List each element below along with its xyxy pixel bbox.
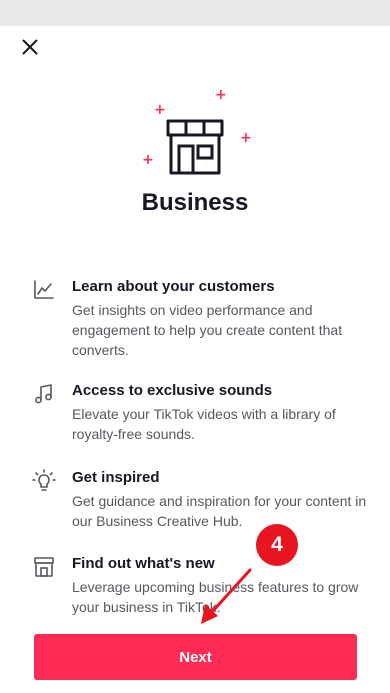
feature-description: Elevate your TikTok videos with a librar… (72, 406, 336, 442)
next-button[interactable]: Next (34, 634, 357, 680)
feature-title: Access to exclusive sounds (72, 382, 273, 399)
feature-item: Access to exclusive sounds Elevate your … (32, 382, 368, 442)
hero-illustration: + + + + (0, 0, 390, 260)
sparkle-icon: + (154, 102, 166, 118)
store-icon (34, 557, 54, 577)
sparkle-icon: + (142, 152, 154, 168)
feature-item: Find out what's new Leverage upcoming bu… (32, 555, 368, 615)
page-title: Business (141, 189, 249, 216)
lightbulb-icon (32, 469, 56, 491)
feature-item: Learn about your customers Get insights … (32, 278, 368, 358)
feature-description: Get insights on video performance and en… (72, 302, 343, 358)
music-note-icon (35, 384, 52, 404)
feature-title: Find out what's new (72, 555, 215, 572)
feature-description: Get guidance and inspiration for your co… (72, 493, 367, 529)
step-badge: 4 (256, 524, 298, 566)
sparkle-icon: + (240, 130, 252, 146)
feature-item: Get inspired Get guidance and inspiratio… (32, 469, 368, 529)
feature-title: Learn about your customers (72, 278, 275, 295)
chart-line-icon (34, 280, 54, 299)
store-icon (166, 119, 224, 175)
sparkle-icon: + (215, 87, 227, 103)
feature-description: Leverage upcoming business features to g… (72, 579, 359, 615)
feature-title: Get inspired (72, 469, 160, 486)
